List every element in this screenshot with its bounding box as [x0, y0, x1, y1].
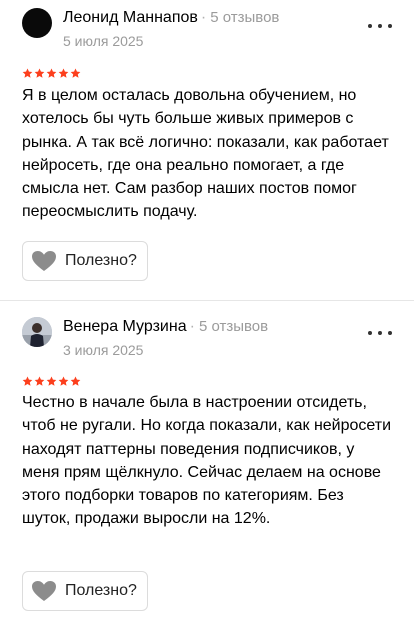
star-icon: [34, 376, 45, 386]
star-icon: [46, 376, 57, 386]
star-icon: [70, 68, 81, 78]
star-icon: [70, 376, 81, 386]
review-header: Венера Мурзина · 5 отзывов 3 июля 2025: [22, 301, 414, 361]
rating-stars: [22, 68, 81, 79]
useful-button[interactable]: Полезно?: [22, 571, 148, 611]
review-header: Леонид Маннапов · 5 отзывов 5 июля 2025: [22, 0, 414, 60]
author-name[interactable]: Леонид Маннапов: [63, 9, 198, 26]
star-icon: [22, 376, 33, 386]
useful-label: Полезно?: [65, 252, 137, 269]
star-icon: [22, 68, 33, 78]
heart-icon: [32, 251, 56, 271]
review-card: Леонид Маннапов · 5 отзывов 5 июля 2025 Я …: [0, 0, 414, 300]
star-icon: [58, 68, 69, 78]
review-card: Венера Мурзина · 5 отзывов 3 июля 2025 Чес…: [0, 301, 414, 621]
review-text: Я в целом осталась довольна обучением, н…: [22, 87, 389, 221]
avatar[interactable]: [22, 317, 52, 347]
review-date: 3 июля 2025: [63, 342, 144, 358]
star-icon: [34, 68, 45, 78]
avatar-photo: [22, 317, 52, 347]
separator-dot: ·: [189, 318, 195, 335]
reviews-count[interactable]: 5 отзывов: [199, 318, 268, 335]
author-line: Венера Мурзина · 5 отзывов: [63, 317, 268, 337]
three-dots-icon[interactable]: [368, 16, 392, 36]
rating-stars: [22, 376, 81, 387]
review-text: Честно в начале была в настроении отсиде…: [22, 394, 392, 528]
star-icon: [46, 68, 57, 78]
separator-dot: ·: [200, 9, 207, 26]
author-line: Леонид Маннапов · 5 отзывов: [63, 8, 279, 28]
useful-label: Полезно?: [65, 582, 137, 599]
useful-button[interactable]: Полезно?: [22, 241, 148, 281]
heart-icon: [32, 581, 56, 601]
review-date: 5 июля 2025: [63, 33, 144, 49]
reviews-count[interactable]: 5 отзывов: [210, 9, 279, 26]
author-name[interactable]: Венера Мурзина: [63, 318, 187, 335]
avatar[interactable]: [22, 8, 52, 38]
three-dots-icon[interactable]: [368, 323, 392, 343]
star-icon: [58, 376, 69, 386]
